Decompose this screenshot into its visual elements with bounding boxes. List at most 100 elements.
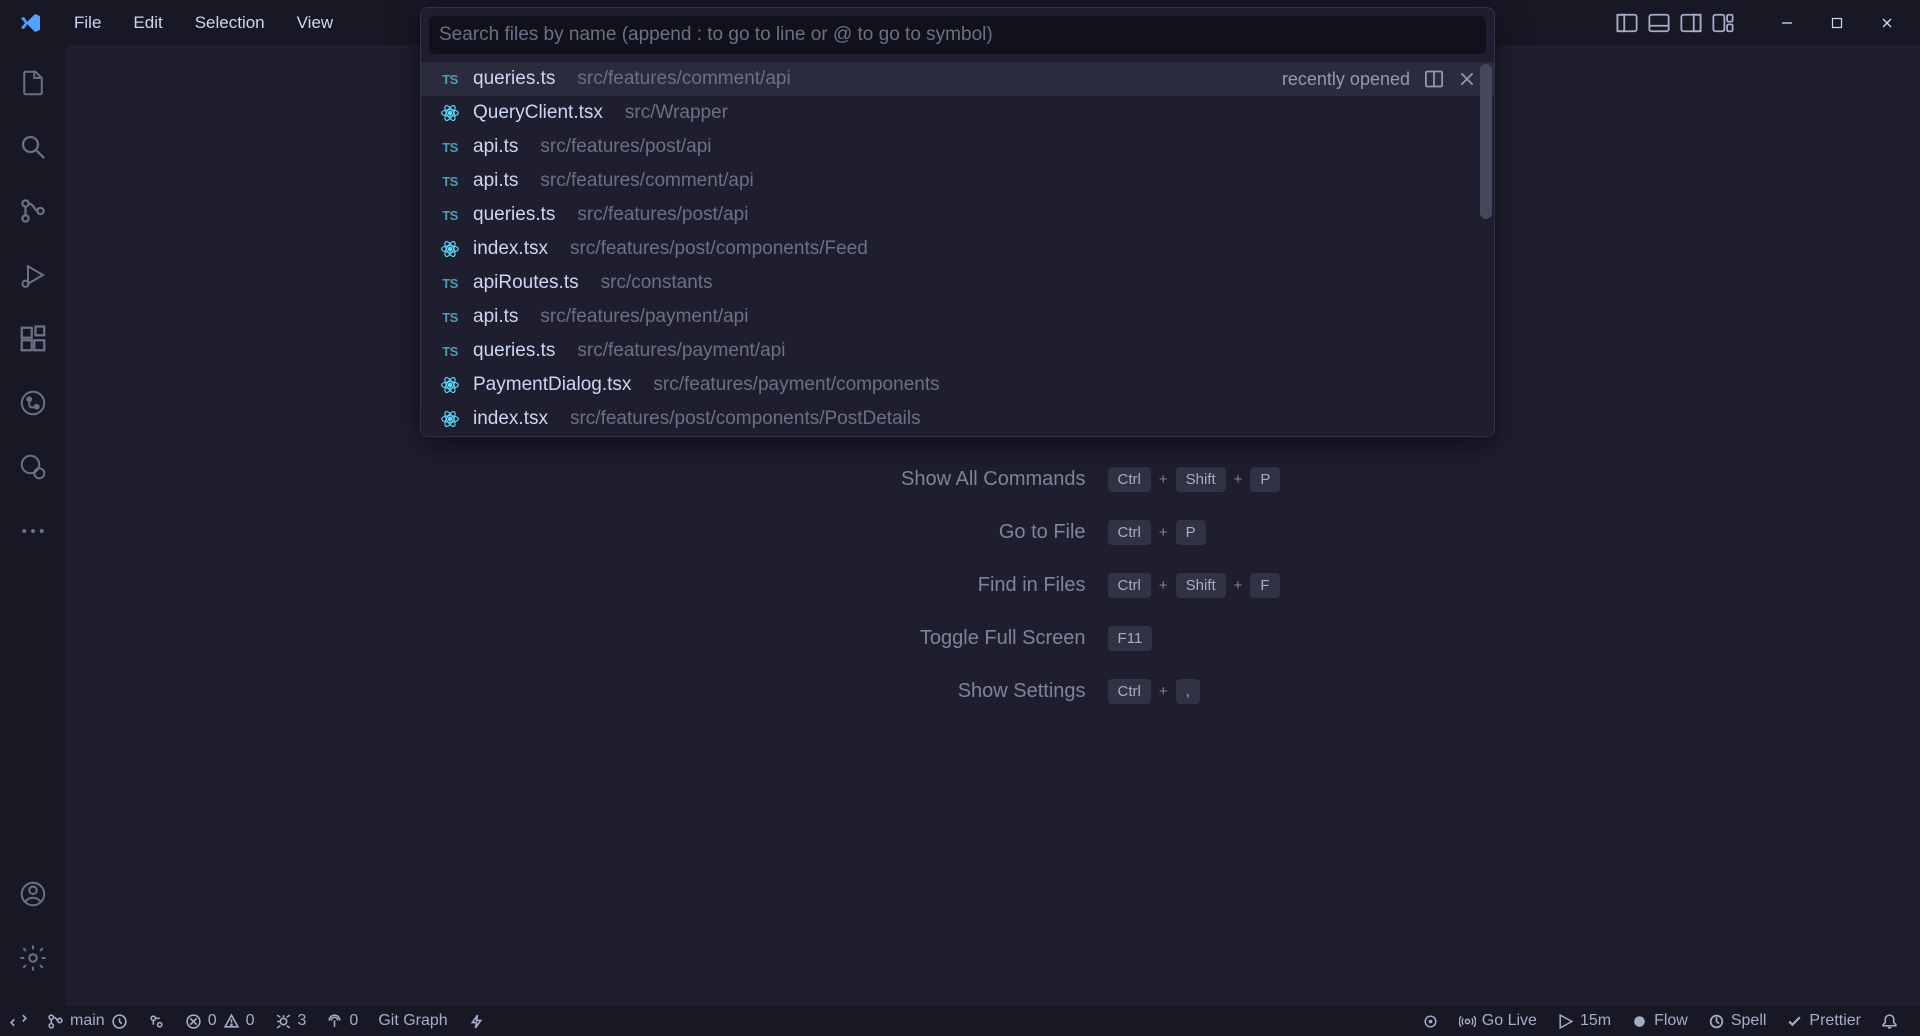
menu-bar: File Edit Selection View <box>60 8 347 38</box>
file-path: src/features/payment/api <box>540 306 748 328</box>
close-icon[interactable] <box>1458 70 1476 88</box>
quick-open-item[interactable]: TSqueries.tssrc/features/comment/apirece… <box>421 62 1494 96</box>
layout-side-left-icon[interactable] <box>1616 12 1638 34</box>
status-debug-count: 3 <box>298 1012 307 1030</box>
vscode-logo-icon <box>18 11 42 35</box>
key: F <box>1250 573 1279 598</box>
window-close-button[interactable] <box>1862 3 1912 43</box>
menu-file[interactable]: File <box>60 8 115 38</box>
activity-git-branch[interactable] <box>7 377 59 429</box>
status-wakatime[interactable]: 15m <box>1547 1006 1621 1036</box>
keybinding: Ctrl+Shift+F <box>1108 573 1280 598</box>
status-spell-label: Spell <box>1731 1012 1767 1030</box>
file-path: src/features/post/components/PostDetails <box>570 408 921 430</box>
activity-accounts[interactable] <box>7 868 59 920</box>
activity-extensions[interactable] <box>7 313 59 365</box>
shortcut-row: Go to File Ctrl+P <box>706 520 1281 545</box>
split-editor-icon[interactable] <box>1424 69 1444 89</box>
status-wakatime-value: 15m <box>1580 1012 1611 1030</box>
shortcut-row: Show SettingsCtrl+, <box>706 679 1281 704</box>
status-bolt[interactable] <box>458 1006 495 1036</box>
file-name: api.ts <box>473 306 518 328</box>
quick-open-input[interactable] <box>439 24 1476 46</box>
file-name: index.tsx <box>473 408 548 430</box>
quick-open-item[interactable]: TSqueries.tssrc/features/payment/api <box>421 334 1494 368</box>
activity-search[interactable] <box>7 121 59 173</box>
status-flow-label: Flow <box>1654 1012 1688 1030</box>
key: Ctrl <box>1108 573 1151 598</box>
react-icon <box>439 409 461 429</box>
key-plus: + <box>1234 577 1243 594</box>
activity-explorer[interactable] <box>7 57 59 109</box>
window-minimize-button[interactable] <box>1762 3 1812 43</box>
quick-open-palette: TSqueries.tssrc/features/comment/apirece… <box>420 7 1495 437</box>
status-branch-name: main <box>70 1012 105 1030</box>
title-controls <box>1616 3 1912 43</box>
file-path: src/features/post/api <box>540 136 711 158</box>
shortcut-label: Go to File <box>706 521 1086 544</box>
file-path: src/features/post/components/Feed <box>570 238 868 260</box>
key: Shift <box>1176 467 1226 492</box>
file-name: queries.ts <box>473 68 555 90</box>
shortcut-label: Show All Commands <box>706 468 1086 491</box>
status-remote[interactable] <box>0 1006 37 1036</box>
quick-open-item[interactable]: TS api.ts src/features/comment/api <box>421 164 1494 198</box>
activity-more[interactable] <box>7 505 59 557</box>
typescript-icon: TS <box>439 174 461 189</box>
quick-open-item[interactable]: TS api.ts src/features/payment/api <box>421 300 1494 334</box>
file-name: PaymentDialog.tsx <box>473 374 631 396</box>
quick-open-item[interactable]: TSapiRoutes.tssrc/constants <box>421 266 1494 300</box>
file-path: src/features/payment/api <box>577 340 785 362</box>
layout-panel-icon[interactable] <box>1648 12 1670 34</box>
status-gitgraph[interactable]: Git Graph <box>368 1006 457 1036</box>
file-path: src/constants <box>601 272 713 294</box>
keybinding: Ctrl+P <box>1108 520 1206 545</box>
activity-gitlens[interactable] <box>7 441 59 493</box>
status-problems[interactable]: 0 0 <box>175 1006 265 1036</box>
quick-open-item[interactable]: QueryClient.tsxsrc/Wrapper <box>421 96 1494 130</box>
key: P <box>1250 467 1280 492</box>
quick-open-item[interactable]: index.tsx src/features/post/components/Po… <box>421 402 1494 436</box>
key-plus: + <box>1234 471 1243 488</box>
file-path: src/features/comment/api <box>540 170 753 192</box>
file-name: queries.ts <box>473 204 555 226</box>
scrollbar-thumb[interactable] <box>1480 64 1492 219</box>
typescript-icon: TS <box>439 208 461 223</box>
status-debug[interactable]: 3 <box>265 1006 317 1036</box>
shortcut-label: Toggle Full Screen <box>706 627 1086 650</box>
typescript-icon: TS <box>439 72 461 87</box>
status-branch[interactable]: main <box>37 1006 138 1036</box>
status-codelens[interactable] <box>138 1006 175 1036</box>
window-maximize-button[interactable] <box>1812 3 1862 43</box>
activity-settings[interactable] <box>7 932 59 984</box>
activity-source-control[interactable] <box>7 185 59 237</box>
shortcut-label: Find in Files <box>706 574 1086 597</box>
layout-customize-icon[interactable] <box>1712 12 1734 34</box>
status-golive[interactable]: Go Live <box>1449 1006 1547 1036</box>
activity-run-debug[interactable] <box>7 249 59 301</box>
menu-edit[interactable]: Edit <box>119 8 176 38</box>
status-notifications[interactable] <box>1871 1006 1908 1036</box>
layout-side-right-icon[interactable] <box>1680 12 1702 34</box>
quick-open-item[interactable]: index.tsxsrc/features/post/components/Fe… <box>421 232 1494 266</box>
quick-open-item[interactable]: PaymentDialog.tsxsrc/features/payment/co… <box>421 368 1494 402</box>
status-ports-count: 0 <box>349 1012 358 1030</box>
status-ports[interactable]: 0 <box>316 1006 368 1036</box>
status-flow[interactable]: Flow <box>1621 1006 1698 1036</box>
status-error-count: 0 <box>208 1012 217 1030</box>
key-plus: + <box>1159 577 1168 594</box>
file-name: queries.ts <box>473 340 555 362</box>
quick-open-item[interactable]: TSapi.tssrc/features/post/api <box>421 130 1494 164</box>
welcome-shortcuts: Show All Commands Ctrl + Shift + P Go to File C… <box>706 467 1281 704</box>
key: Ctrl <box>1108 467 1151 492</box>
status-target[interactable] <box>1412 1006 1449 1036</box>
typescript-icon: TS <box>439 310 461 325</box>
status-spell[interactable]: Spell <box>1698 1006 1777 1036</box>
status-prettier[interactable]: Prettier <box>1776 1006 1871 1036</box>
quick-open-item[interactable]: TSqueries.tssrc/features/post/api <box>421 198 1494 232</box>
key: F11 <box>1108 626 1153 651</box>
menu-selection[interactable]: Selection <box>181 8 279 38</box>
react-icon <box>439 103 461 123</box>
menu-view[interactable]: View <box>283 8 348 38</box>
file-name: api.ts <box>473 170 518 192</box>
